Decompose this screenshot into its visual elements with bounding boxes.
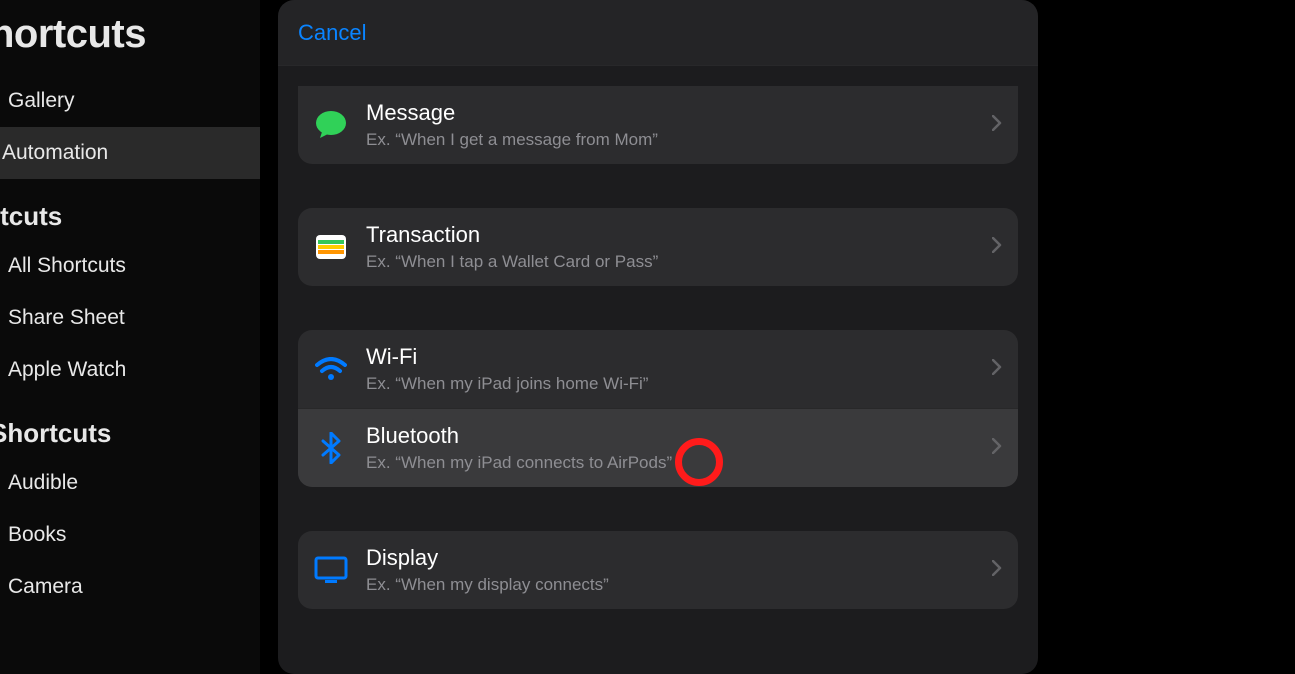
row-text: Wi-Fi Ex. “When my iPad joins home Wi-Fi… (366, 344, 992, 394)
row-subtitle: Ex. “When my iPad joins home Wi-Fi” (366, 374, 992, 394)
row-text: Message Ex. “When I get a message from M… (366, 100, 992, 150)
row-title: Wi-Fi (366, 344, 992, 370)
sidebar-item-automation[interactable]: Automation (0, 127, 260, 179)
display-icon (314, 553, 348, 587)
trigger-row-display[interactable]: Display Ex. “When my display connects” (298, 531, 1018, 609)
trigger-row-bluetooth[interactable]: Bluetooth Ex. “When my iPad connects to … (298, 408, 1018, 487)
row-title: Message (366, 100, 992, 126)
sidebar-item-share-sheet[interactable]: Share Sheet (0, 292, 260, 344)
row-title: Bluetooth (366, 423, 992, 449)
chevron-right-icon (992, 359, 1002, 380)
sidebar-item-camera[interactable]: Camera (0, 561, 260, 613)
row-title: Display (366, 545, 992, 571)
chevron-right-icon (992, 438, 1002, 459)
sidebar-heading-app-shortcuts: Shortcuts (0, 396, 260, 457)
chevron-right-icon (992, 237, 1002, 258)
sidebar-item-apple-watch[interactable]: Apple Watch (0, 344, 260, 396)
trigger-group-connectivity: Wi-Fi Ex. “When my iPad joins home Wi-Fi… (298, 330, 1018, 487)
sidebar-item-audible[interactable]: Audible (0, 457, 260, 509)
automation-trigger-modal: Cancel Message Ex. “When I get a message… (278, 0, 1038, 674)
sidebar-heading-shortcuts: rtcuts (0, 179, 260, 240)
sidebar: hortcuts Gallery Automation rtcuts All S… (0, 0, 260, 674)
cancel-button[interactable]: Cancel (298, 20, 366, 46)
chevron-right-icon (992, 560, 1002, 581)
row-text: Display Ex. “When my display connects” (366, 545, 992, 595)
modal-body: Message Ex. “When I get a message from M… (278, 66, 1038, 609)
trigger-group-wallet: Transaction Ex. “When I tap a Wallet Car… (298, 208, 1018, 286)
wifi-icon (314, 352, 348, 386)
row-subtitle: Ex. “When my display connects” (366, 575, 992, 595)
row-subtitle: Ex. “When I get a message from Mom” (366, 130, 992, 150)
chevron-right-icon (992, 115, 1002, 136)
modal-header: Cancel (278, 0, 1038, 66)
bluetooth-icon (314, 431, 348, 465)
trigger-group-display: Display Ex. “When my display connects” (298, 531, 1018, 609)
message-icon (314, 108, 348, 142)
row-title: Transaction (366, 222, 992, 248)
sidebar-app-title: hortcuts (0, 0, 260, 75)
annotation-highlight-ring (675, 438, 723, 486)
wallet-icon (314, 230, 348, 264)
sidebar-item-all-shortcuts[interactable]: All Shortcuts (0, 240, 260, 292)
sidebar-item-books[interactable]: Books (0, 509, 260, 561)
trigger-row-wifi[interactable]: Wi-Fi Ex. “When my iPad joins home Wi-Fi… (298, 330, 1018, 408)
row-subtitle: Ex. “When I tap a Wallet Card or Pass” (366, 252, 992, 272)
sidebar-item-gallery[interactable]: Gallery (0, 75, 260, 127)
trigger-row-transaction[interactable]: Transaction Ex. “When I tap a Wallet Car… (298, 208, 1018, 286)
row-text: Transaction Ex. “When I tap a Wallet Car… (366, 222, 992, 272)
trigger-group-communication: Message Ex. “When I get a message from M… (298, 86, 1018, 164)
trigger-row-message[interactable]: Message Ex. “When I get a message from M… (298, 86, 1018, 164)
